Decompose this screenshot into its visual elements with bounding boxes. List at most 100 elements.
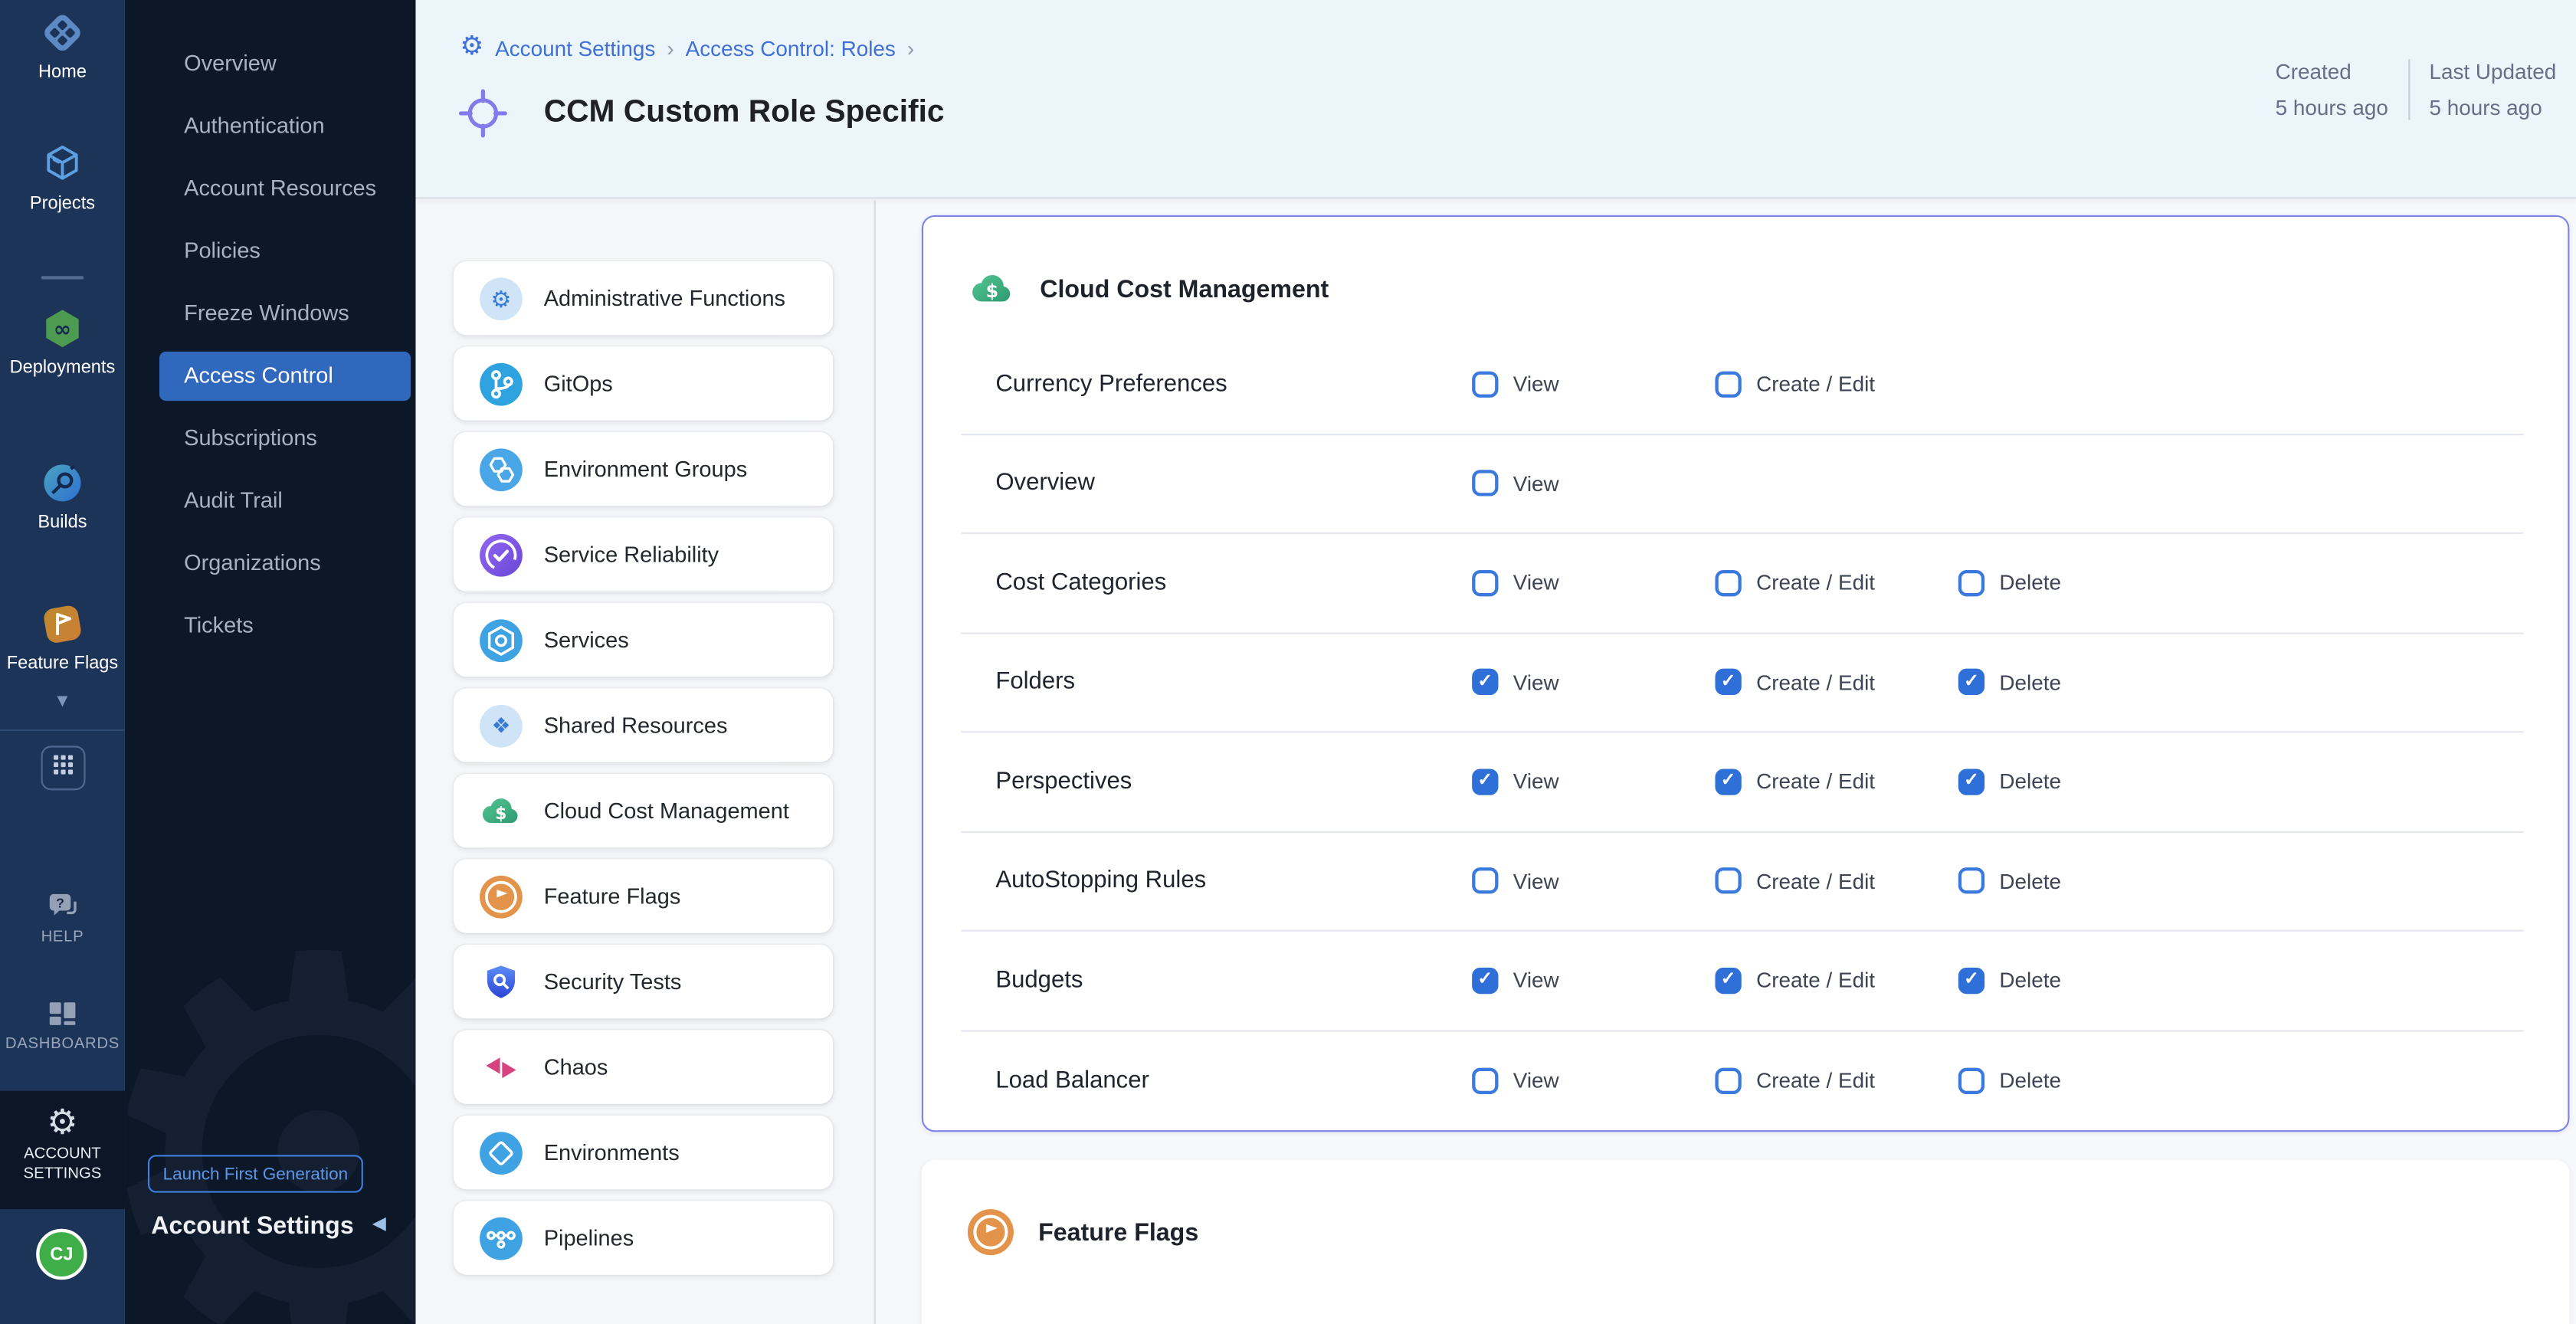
checkbox-view[interactable]: ✓ — [1472, 470, 1498, 496]
resource-group-feature-flags[interactable]: Feature Flags — [454, 859, 833, 932]
resource-group-label: Shared Resources — [544, 713, 728, 738]
permission-cell: ✓ Delete — [1958, 669, 2201, 695]
projects-icon — [39, 141, 85, 187]
rail-module-label: Deployments — [0, 358, 125, 378]
rail-module-label: Projects — [0, 194, 125, 214]
checkbox-view[interactable]: ✓ — [1472, 1067, 1498, 1093]
resource-group-pipelines[interactable]: Pipelines — [454, 1201, 833, 1274]
sidebar-item-freeze-windows[interactable]: Freeze Windows — [125, 289, 416, 338]
rail-item-help[interactable]: ? HELP — [0, 889, 125, 947]
ccm-icon: $ — [480, 789, 523, 832]
resource-group-label: Chaos — [544, 1055, 608, 1080]
resource-group-security-tests[interactable]: Security Tests — [454, 945, 833, 1018]
feature-flags-icon — [968, 1209, 1014, 1255]
meta-divider — [2408, 59, 2410, 120]
permission-row-label: Perspectives — [995, 769, 1472, 795]
rail-separator — [0, 729, 125, 731]
permission-row: Overview ✓ View — [961, 434, 2523, 534]
checkbox-delete[interactable]: ✓ — [1958, 569, 1984, 595]
created-label: Created — [2276, 59, 2388, 84]
checkbox-create-edit[interactable]: ✓ — [1715, 769, 1741, 795]
permission-checkbox-label: View — [1513, 471, 1559, 496]
rail-divider — [41, 276, 84, 279]
feature-flags-icon — [480, 875, 523, 918]
sidebar-item-authentication[interactable]: Authentication — [125, 102, 416, 151]
rail-item-dashboards[interactable]: DASHBOARDS — [0, 995, 125, 1054]
checkbox-delete[interactable]: ✓ — [1958, 669, 1984, 695]
breadcrumb-access-control-roles[interactable]: Access Control: Roles — [686, 35, 896, 60]
rail-module-feature-flags[interactable]: Feature Flags — [0, 601, 125, 674]
checkbox-create-edit[interactable]: ✓ — [1715, 1067, 1741, 1093]
rail-item-account-settings[interactable]: ⚙ ACCOUNTSETTINGS — [0, 1091, 125, 1209]
check-icon: ✓ — [1721, 972, 1736, 990]
permission-row-label: AutoStopping Rules — [995, 868, 1472, 894]
sidebar-item-audit-trail[interactable]: Audit Trail — [125, 477, 416, 526]
permission-checkbox-label: Create / Edit — [1756, 769, 1875, 794]
sidebar-item-subscriptions[interactable]: Subscriptions — [125, 414, 416, 463]
sidebar-item-tickets[interactable]: Tickets — [125, 601, 416, 651]
permission-row: Cost Categories ✓ View ✓ Create / Edit ✓… — [961, 534, 2523, 634]
breadcrumb-account-settings[interactable]: Account Settings — [495, 35, 655, 60]
checkbox-create-edit[interactable]: ✓ — [1715, 868, 1741, 894]
checkbox-view[interactable]: ✓ — [1472, 669, 1498, 695]
resource-group-label: GitOps — [544, 372, 613, 396]
service-reliability-icon — [480, 533, 523, 576]
checkbox-create-edit[interactable]: ✓ — [1715, 669, 1741, 695]
resource-group-gitops[interactable]: GitOps — [454, 346, 833, 420]
sidebar-item-access-control[interactable]: Access Control — [159, 352, 411, 401]
resource-group-service-reliability[interactable]: Service Reliability — [454, 517, 833, 591]
role-meta: Created 5 hours ago Last Updated 5 hours… — [2276, 59, 2557, 120]
checkbox-create-edit[interactable]: ✓ — [1715, 967, 1741, 993]
permission-checkbox-label: Delete — [1999, 670, 2061, 694]
resource-group-cloud-cost-management[interactable]: $ Cloud Cost Management — [454, 774, 833, 847]
permission-checkbox-label: View — [1513, 968, 1559, 992]
checkbox-delete[interactable]: ✓ — [1958, 1067, 1984, 1093]
breadcrumb-separator: › — [907, 35, 914, 60]
resource-group-label: Security Tests — [544, 969, 682, 994]
sidebar-item-overview[interactable]: Overview — [125, 39, 416, 88]
rail-module-builds[interactable]: Builds — [0, 460, 125, 533]
avatar[interactable]: CJ — [36, 1229, 87, 1280]
resource-group-services[interactable]: Services — [454, 603, 833, 677]
rail-module-projects[interactable]: Projects — [0, 141, 125, 214]
checkbox-delete[interactable]: ✓ — [1958, 769, 1984, 795]
chevron-down-icon[interactable]: ▼ — [0, 693, 125, 712]
sidebar-item-organizations[interactable]: Organizations — [125, 539, 416, 588]
account-settings-label: ACCOUNTSETTINGS — [0, 1145, 125, 1184]
checkbox-view[interactable]: ✓ — [1472, 967, 1498, 993]
resource-group-administrative-functions[interactable]: ⚙ Administrative Functions — [454, 261, 833, 335]
resource-group-environment-groups[interactable]: Environment Groups — [454, 432, 833, 506]
permission-row: AutoStopping Rules ✓ View ✓ Create / Edi… — [961, 832, 2523, 932]
rail-module-home[interactable]: Home — [0, 10, 125, 83]
svg-text:?: ? — [56, 896, 64, 911]
sidebar-item-account-resources[interactable]: Account Resources — [125, 164, 416, 213]
checkbox-view[interactable]: ✓ — [1472, 868, 1498, 894]
resource-group-label: Feature Flags — [544, 884, 681, 909]
feature-flags-module-icon — [39, 601, 85, 647]
permission-cell: ✓ View — [1472, 868, 1715, 894]
checkbox-view[interactable]: ✓ — [1472, 569, 1498, 595]
permission-checkbox-label: View — [1513, 1068, 1559, 1093]
check-icon: ✓ — [1477, 673, 1493, 692]
checkbox-delete[interactable]: ✓ — [1958, 967, 1984, 993]
rail-module-deployments[interactable]: ∞ Deployments — [0, 306, 125, 379]
resource-group-chaos[interactable]: Chaos — [454, 1030, 833, 1103]
sidebar-item-policies[interactable]: Policies — [125, 227, 416, 276]
module-picker-button[interactable] — [41, 746, 86, 790]
checkbox-create-edit[interactable]: ✓ — [1715, 371, 1741, 397]
permission-checkbox-label: View — [1513, 372, 1559, 396]
permission-checkbox-label: View — [1513, 670, 1559, 694]
resource-group-shared-resources[interactable]: ❖ Shared Resources — [454, 688, 833, 762]
checkbox-create-edit[interactable]: ✓ — [1715, 569, 1741, 595]
checkbox-view[interactable]: ✓ — [1472, 371, 1498, 397]
resource-group-environments[interactable]: Environments — [454, 1116, 833, 1189]
checkbox-delete[interactable]: ✓ — [1958, 868, 1984, 894]
svg-text:∞: ∞ — [54, 316, 71, 342]
last-updated-label: Last Updated — [2429, 59, 2556, 84]
gear-watermark-icon: ⚙ — [125, 841, 416, 1324]
resource-group-label: Environments — [544, 1140, 680, 1165]
permission-cell: ✓ Create / Edit — [1715, 371, 1958, 397]
launch-first-generation-button[interactable]: Launch First Generation — [148, 1155, 363, 1192]
checkbox-view[interactable]: ✓ — [1472, 769, 1498, 795]
collapse-sidebar-icon[interactable]: ◀ — [372, 1216, 386, 1234]
